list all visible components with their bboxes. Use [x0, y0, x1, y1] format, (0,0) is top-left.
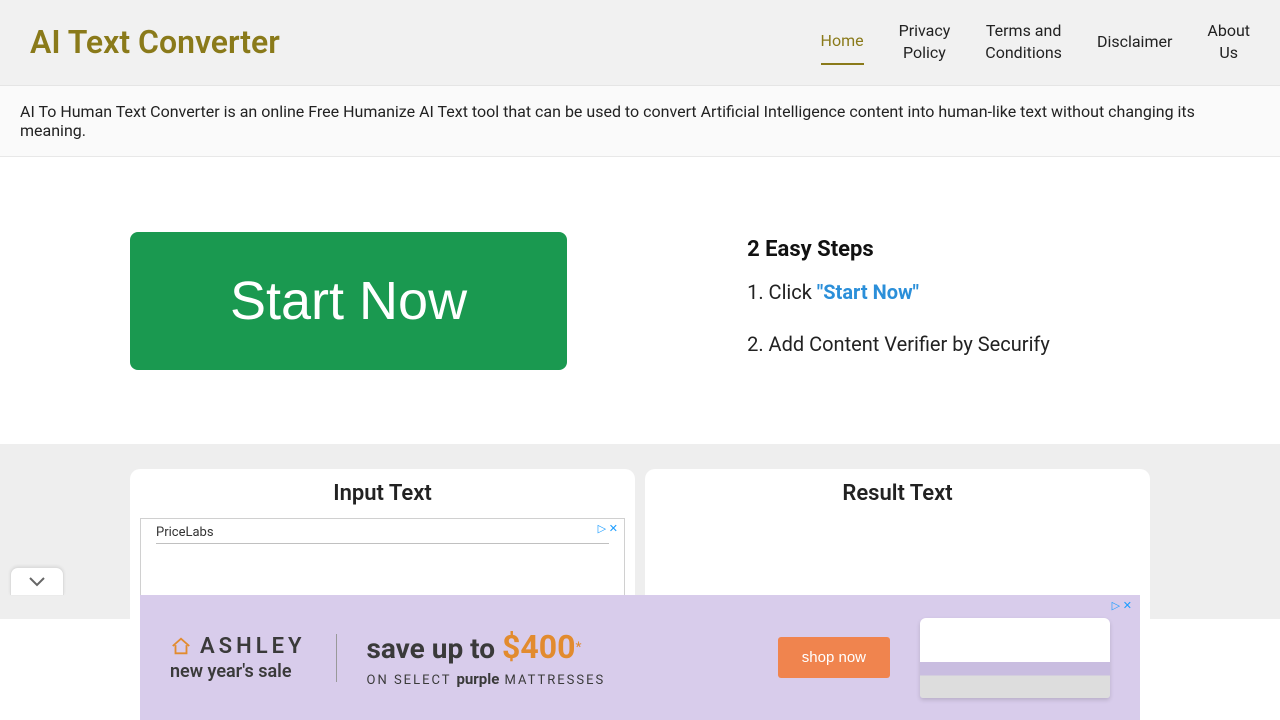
main-nav: Home Privacy Policy Terms and Conditions… [821, 20, 1250, 65]
description-bar: AI To Human Text Converter is an online … [0, 86, 1280, 157]
banner-sup: * [575, 639, 581, 655]
result-panel-title: Result Text [655, 481, 1140, 506]
collapse-tab[interactable] [10, 567, 64, 595]
banner-subline: ON SELECT purple MATTRESSES [367, 670, 748, 688]
chevron-down-icon [29, 577, 45, 587]
hero-section: Start Now 2 Easy Steps 1. Click "Start N… [0, 157, 1280, 444]
step-1: 1. Click "Start Now" [747, 280, 1150, 304]
nav-about-us[interactable]: About Us [1207, 20, 1250, 65]
banner-brand-block: ASHLEY new year's sale [170, 634, 337, 682]
steps-block: 2 Easy Steps 1. Click "Start Now" 2. Add… [747, 232, 1150, 384]
inline-ad-label: PriceLabs [156, 525, 609, 544]
banner-save-text: save up to [367, 632, 503, 665]
inline-ad-info-icon[interactable]: ▷ ✕ [598, 522, 618, 535]
mattress-image [920, 618, 1110, 698]
banner-subline-prefix: ON SELECT [367, 673, 457, 688]
start-now-button[interactable]: Start Now [130, 232, 567, 370]
site-logo[interactable]: AI Text Converter [30, 23, 280, 61]
steps-title: 2 Easy Steps [747, 237, 1150, 262]
banner-tagline: new year's sale [170, 661, 292, 682]
banner-headline: save up to $400* [367, 628, 748, 666]
step-2: 2. Add Content Verifier by Securify [747, 332, 1150, 356]
nav-disclaimer[interactable]: Disclaimer [1097, 31, 1172, 53]
nav-terms-conditions[interactable]: Terms and Conditions [985, 20, 1062, 65]
banner-brand-top: ASHLEY [170, 634, 306, 659]
input-panel-title: Input Text [140, 481, 625, 506]
banner-text-block: save up to $400* ON SELECT purple MATTRE… [367, 628, 748, 688]
header: AI Text Converter Home Privacy Policy Te… [0, 0, 1280, 86]
house-icon [170, 635, 192, 657]
banner-subline-suffix: MATTRESSES [499, 673, 605, 688]
banner-subline-brand: purple [456, 670, 499, 688]
step-1-prefix: 1. Click [747, 280, 817, 304]
banner-ad[interactable]: ▷ ✕ ASHLEY new year's sale save up to $4… [140, 595, 1140, 720]
banner-ad-info-icon[interactable]: ▷ ✕ [1112, 599, 1132, 612]
banner-amount: $400 [502, 628, 575, 666]
nav-home[interactable]: Home [821, 30, 864, 64]
nav-privacy-policy[interactable]: Privacy Policy [899, 20, 951, 65]
shop-now-button[interactable]: shop now [778, 637, 890, 678]
banner-brand-name: ASHLEY [200, 634, 306, 659]
step-1-highlight: "Start Now" [817, 280, 919, 304]
